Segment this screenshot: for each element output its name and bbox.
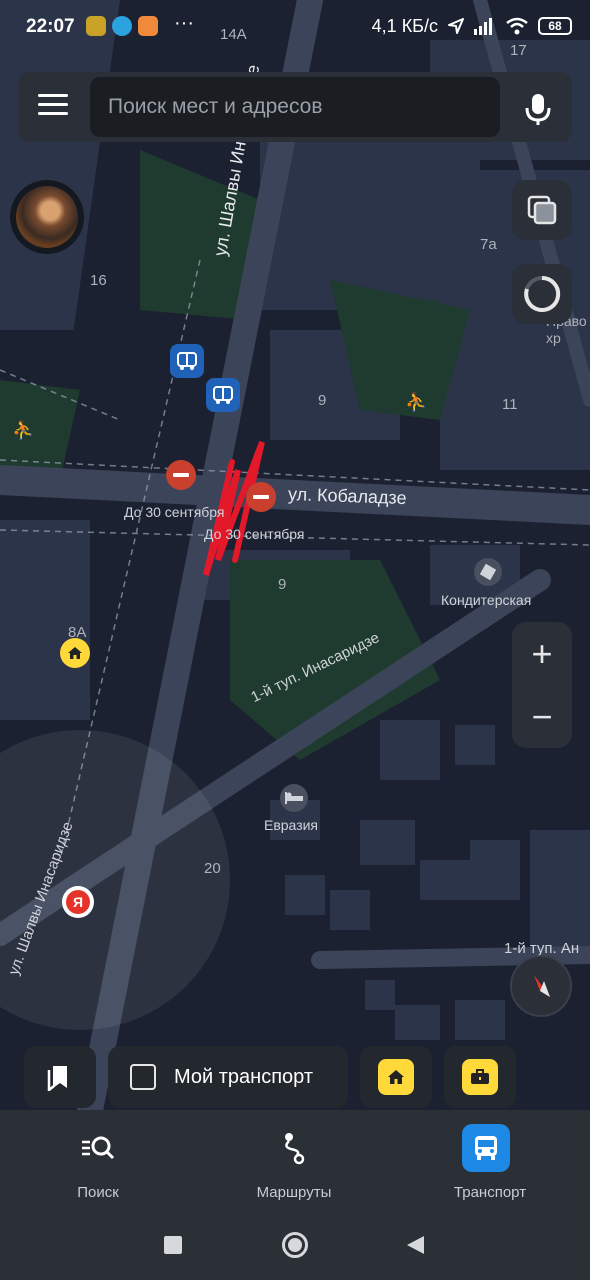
search-bar: Поиск мест и адресов xyxy=(18,72,572,142)
app-notification-icon xyxy=(138,16,158,36)
layers-button[interactable] xyxy=(512,180,572,240)
nav-routes[interactable]: Маршруты xyxy=(196,1110,392,1216)
zoom-controls: + − xyxy=(512,622,572,748)
home-icon xyxy=(388,1070,404,1084)
search-input[interactable]: Поиск мест и адресов xyxy=(90,77,500,137)
bus-stop-icon[interactable] xyxy=(170,344,204,378)
map-canvas[interactable] xyxy=(0,0,590,1110)
house-number: 16 xyxy=(90,272,107,289)
bus-icon xyxy=(475,1136,497,1160)
work-button[interactable] xyxy=(444,1046,516,1108)
house-number: 20 xyxy=(204,860,221,877)
house-number: 9 xyxy=(278,576,287,593)
sport-icon: ⛹ xyxy=(405,392,428,412)
nav-label: Поиск xyxy=(77,1184,119,1201)
closure-label: До 30 сентября xyxy=(124,504,225,520)
wifi-icon xyxy=(506,17,528,35)
telegram-icon xyxy=(112,16,132,36)
home-system-button[interactable] xyxy=(282,1232,308,1258)
road-closure-icon[interactable] xyxy=(166,460,196,490)
nav-search[interactable]: Поиск xyxy=(0,1110,196,1216)
zoom-in-button[interactable]: + xyxy=(512,622,572,685)
layers-icon xyxy=(527,195,557,225)
status-right: 4,1 КБ/с 68 xyxy=(372,14,572,38)
bookmarks-button[interactable] xyxy=(24,1046,96,1108)
poi-label-hotel: Евразия xyxy=(264,817,319,833)
closure-label: До 30 сентября xyxy=(204,526,305,542)
house-number: 11 xyxy=(502,396,518,413)
my-transport-toggle[interactable]: Мой транспорт xyxy=(108,1046,348,1108)
status-time: 22:07 xyxy=(26,16,75,37)
poi-label-confectionery: Кондитерская xyxy=(441,592,532,608)
back-button[interactable] xyxy=(404,1234,426,1256)
status-bar: 22:07 ··· 4,1 КБ/с 68 xyxy=(0,0,590,54)
app-notification-icon xyxy=(86,16,106,36)
bus-stop-icon[interactable] xyxy=(206,378,240,412)
briefcase-icon xyxy=(471,1069,489,1084)
routes-icon xyxy=(285,1133,305,1165)
confectionery-icon[interactable] xyxy=(474,558,502,586)
bottom-navigation: Поиск Маршруты Транспорт xyxy=(0,1110,590,1216)
menu-button[interactable] xyxy=(38,94,68,120)
recent-apps-button[interactable] xyxy=(164,1236,182,1254)
search-list-icon xyxy=(82,1136,115,1160)
system-navigation-bar xyxy=(0,1216,590,1280)
home-button[interactable] xyxy=(360,1046,432,1108)
user-location-marker[interactable]: Я xyxy=(62,886,94,918)
street-label-kobaladze: ул. Кобаладзе xyxy=(287,483,407,509)
road-closure-icon[interactable] xyxy=(246,482,276,512)
loading-button[interactable] xyxy=(512,264,572,324)
location-marker-label: Я xyxy=(66,890,90,914)
hotel-icon[interactable] xyxy=(280,784,308,812)
more-notifications-icon: ··· xyxy=(174,12,194,34)
sport-icon: ⛹ xyxy=(12,420,35,440)
signal-icon xyxy=(474,18,492,35)
nav-label: Транспорт xyxy=(453,1184,527,1201)
my-transport-label: Мой транспорт xyxy=(174,1065,313,1088)
location-icon xyxy=(448,18,464,34)
zoom-out-button[interactable]: − xyxy=(512,685,572,748)
home-marker-icon[interactable] xyxy=(60,638,90,668)
bookmarks-icon xyxy=(47,1066,67,1091)
microphone-icon[interactable] xyxy=(518,88,558,128)
battery-icon: 68 xyxy=(538,17,572,35)
nav-transport[interactable]: Транспорт xyxy=(392,1110,588,1216)
house-number: 7а xyxy=(480,236,497,253)
loading-spinner-icon xyxy=(524,275,561,312)
nav-label: Маршруты xyxy=(256,1184,332,1201)
house-number: 9 xyxy=(318,392,327,409)
net-speed: 4,1 КБ/с xyxy=(371,15,438,36)
compass-button[interactable] xyxy=(510,955,572,1017)
profile-avatar[interactable] xyxy=(10,180,84,254)
my-transport-checkbox[interactable] xyxy=(130,1064,156,1090)
compass-icon xyxy=(534,975,550,997)
